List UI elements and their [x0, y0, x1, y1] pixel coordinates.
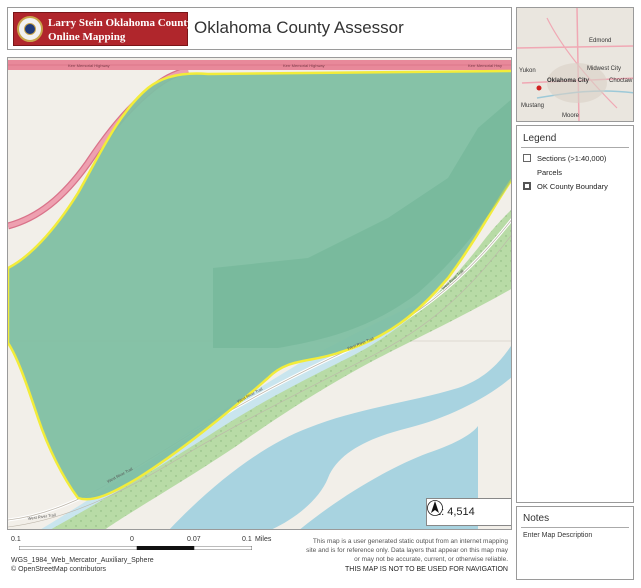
overview-label-choctaw: Choctaw [609, 78, 633, 84]
road-label-1: Kerr Memorial Highway [68, 63, 110, 68]
overview-label-edmond: Edmond [589, 38, 612, 44]
legend-item-parcels: Parcels [523, 168, 562, 177]
attribution: © OpenStreetMap contributors [11, 566, 107, 573]
legend-label: OK County Boundary [537, 182, 608, 191]
overview-label-yukon: Yukon [519, 68, 536, 74]
assessor-logo: Larry Stein Oklahoma County Assessor Onl… [13, 12, 235, 46]
overview-label-okc: Oklahoma City [547, 78, 590, 84]
legend-title: Legend [523, 133, 557, 144]
notes-title: Notes [523, 513, 550, 524]
scale-bar [19, 546, 252, 550]
seal-icon [17, 16, 43, 42]
road-label-3: Kerr Memorial Hwy [468, 63, 502, 68]
overview-label-moore: Moore [562, 113, 580, 119]
legend-panel: Legend Sections (>1:40,000) Parcels OK C… [516, 125, 634, 503]
scale-units: Miles [255, 536, 272, 543]
disclaimer-text: This map is a user generated static outp… [306, 538, 508, 563]
scale-ratio-box: 1: 4,514 [426, 498, 511, 526]
notes-description: Enter Map Description [523, 532, 593, 539]
sections-swatch-icon [523, 154, 531, 162]
header-panel: Larry Stein Oklahoma County Assessor Onl… [7, 7, 512, 50]
road-label-2: Kerr Memorial Highway [283, 63, 325, 68]
scale-label-zero: 0 [130, 536, 134, 543]
scale-label-mid: 0.07 [187, 536, 201, 543]
coordinate-system: WGS_1984_Web_Mercator_Auxiliary_Sphere [11, 557, 154, 564]
legend-item-county-boundary: OK County Boundary [523, 182, 608, 191]
legend-label: Sections (>1:40,000) [537, 154, 607, 163]
logo-subtitle: Online Mapping [48, 31, 126, 43]
legend-item-sections: Sections (>1:40,000) [523, 154, 606, 163]
navigation-warning: THIS MAP IS NOT TO BE USED FOR NAVIGATIO… [345, 566, 508, 573]
boundary-swatch-icon [523, 182, 531, 190]
notes-panel: Notes Enter Map Description [516, 506, 634, 580]
overview-label-midwest: Midwest City [587, 66, 622, 72]
main-map[interactable]: Kerr Memorial Highway Kerr Memorial High… [7, 57, 512, 530]
map-footer: 0.1 0 0.07 0.1 Miles WGS_1984_Web_Mercat… [7, 532, 512, 580]
north-arrow-icon [427, 500, 443, 516]
scale-label-left: 0.1 [11, 536, 21, 543]
scale-label-right: 0.1 [242, 536, 252, 543]
map-canvas[interactable]: Kerr Memorial Highway Kerr Memorial High… [8, 58, 512, 530]
legend-label: Parcels [537, 168, 563, 177]
page-title: Oklahoma County Assessor [194, 18, 404, 37]
parcels-swatch-icon [523, 168, 531, 176]
location-marker-icon [536, 85, 542, 91]
overview-label-mustang: Mustang [521, 103, 545, 109]
overview-map[interactable]: Edmond Oklahoma City Choctaw Midwest Cit… [516, 7, 634, 122]
